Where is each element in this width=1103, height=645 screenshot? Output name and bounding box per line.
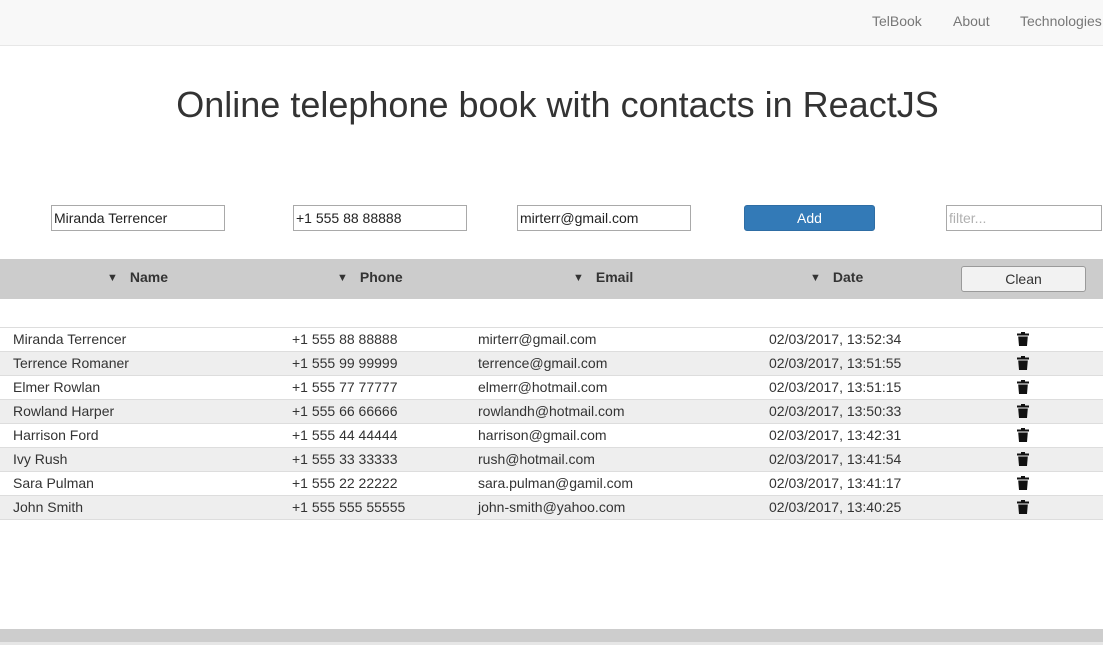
nav-link-telbook[interactable]: TelBook: [872, 13, 922, 29]
table-row: Ivy Rush +1 555 33 33333 rush@hotmail.co…: [0, 448, 1103, 472]
sort-down-icon: ▼: [337, 272, 348, 284]
contact-date: 02/03/2017, 13:41:54: [769, 451, 902, 467]
contact-date: 02/03/2017, 13:51:55: [769, 355, 902, 371]
table-row: Sara Pulman +1 555 22 22222 sara.pulman@…: [0, 472, 1103, 496]
trash-icon[interactable]: [1017, 356, 1029, 370]
table-row: John Smith +1 555 555 55555 john-smith@y…: [0, 496, 1103, 520]
contact-email: harrison@gmail.com: [478, 427, 607, 443]
trash-icon[interactable]: [1017, 500, 1029, 514]
page-title: Online telephone book with contacts in R…: [176, 84, 939, 125]
contact-phone: +1 555 33 33333: [292, 451, 398, 467]
sort-down-icon: ▼: [810, 272, 821, 284]
contact-date: 02/03/2017, 13:50:33: [769, 403, 902, 419]
contact-name: Elmer Rowlan: [13, 379, 101, 395]
contact-date: 02/03/2017, 13:41:17: [769, 475, 902, 491]
column-header-date[interactable]: ▼ Date: [810, 269, 863, 285]
contact-phone: +1 555 77 77777: [292, 379, 398, 395]
contact-email: elmerr@hotmail.com: [478, 379, 608, 395]
column-header-email-label: Email: [595, 269, 634, 285]
contact-name: Sara Pulman: [13, 475, 94, 491]
email-input[interactable]: [517, 205, 691, 231]
contact-email: rowlandh@hotmail.com: [478, 403, 625, 419]
trash-icon[interactable]: [1017, 452, 1029, 466]
contact-date: 02/03/2017, 13:52:34: [769, 331, 902, 347]
column-header-date-label: Date: [832, 269, 864, 285]
contact-email: mirterr@gmail.com: [478, 331, 597, 347]
contact-phone: +1 555 44 44444: [292, 427, 398, 443]
column-header-phone[interactable]: ▼ Phone: [337, 269, 403, 285]
contact-email: terrence@gmail.com: [478, 355, 608, 371]
filter-input[interactable]: [946, 205, 1102, 231]
contact-email: rush@hotmail.com: [478, 451, 595, 467]
table-row: Rowland Harper +1 555 66 66666 rowlandh@…: [0, 400, 1103, 424]
nav-link-about[interactable]: About: [953, 13, 990, 29]
phone-input[interactable]: [293, 205, 467, 231]
contact-name: Terrence Romaner: [13, 355, 129, 371]
contact-name: Ivy Rush: [13, 451, 68, 467]
trash-icon[interactable]: [1017, 428, 1029, 442]
contact-phone: +1 555 66 66666: [292, 403, 398, 419]
contact-email: john-smith@yahoo.com: [478, 499, 626, 515]
contact-name: John Smith: [13, 499, 84, 515]
add-button[interactable]: Add: [744, 205, 875, 231]
column-header-phone-label: Phone: [359, 269, 403, 285]
contact-date: 02/03/2017, 13:42:31: [769, 427, 902, 443]
contact-date: 02/03/2017, 13:40:25: [769, 499, 902, 515]
contact-email: sara.pulman@gamil.com: [478, 475, 634, 491]
contact-name: Rowland Harper: [13, 403, 115, 419]
table-row: Harrison Ford +1 555 44 44444 harrison@g…: [0, 424, 1103, 448]
nav-link-technologies[interactable]: Technologies: [1020, 13, 1102, 29]
contact-phone: +1 555 88 88888: [292, 331, 398, 347]
contact-name: Miranda Terrencer: [13, 331, 127, 347]
contact-phone: +1 555 555 55555: [292, 499, 406, 515]
column-header-name-label: Name: [129, 269, 169, 285]
trash-icon[interactable]: [1017, 404, 1029, 418]
clean-button[interactable]: Clean: [961, 266, 1086, 292]
table-row: Miranda Terrencer +1 555 88 88888 mirter…: [0, 328, 1103, 352]
table-header: ▼ Name ▼ Phone ▼ Email ▼ Date Clean: [0, 259, 1103, 299]
sort-down-icon: ▼: [107, 272, 118, 284]
trash-icon[interactable]: [1017, 380, 1029, 394]
sort-down-icon: ▼: [573, 272, 584, 284]
table-row: Elmer Rowlan +1 555 77 77777 elmerr@hotm…: [0, 376, 1103, 400]
name-input[interactable]: [51, 205, 225, 231]
contact-phone: +1 555 22 22222: [292, 475, 398, 491]
contact-name: Harrison Ford: [13, 427, 99, 443]
contact-phone: +1 555 99 99999: [292, 355, 398, 371]
contacts-table: Miranda Terrencer +1 555 88 88888 mirter…: [0, 327, 1103, 520]
column-header-email[interactable]: ▼ Email: [573, 269, 633, 285]
contact-date: 02/03/2017, 13:51:15: [769, 379, 902, 395]
column-header-name[interactable]: ▼ Name: [107, 269, 168, 285]
trash-icon[interactable]: [1017, 332, 1029, 346]
navbar: TelBook About Technologies: [0, 0, 1103, 46]
table-row: Terrence Romaner +1 555 99 99999 terrenc…: [0, 352, 1103, 376]
trash-icon[interactable]: [1017, 476, 1029, 490]
